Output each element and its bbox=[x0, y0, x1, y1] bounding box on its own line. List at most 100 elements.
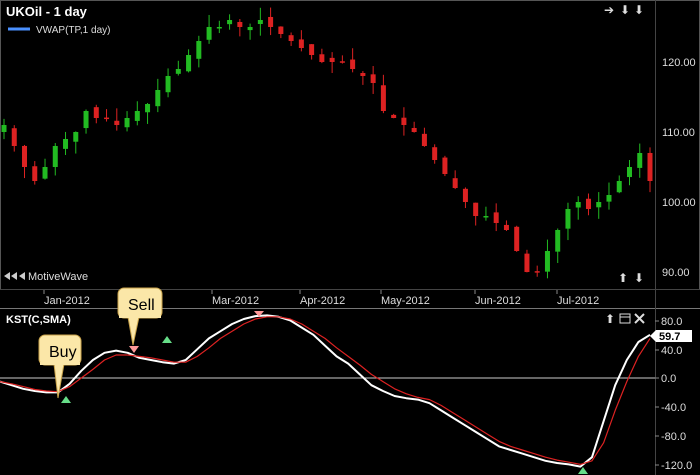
price-panel-border bbox=[0, 0, 700, 290]
candle-body bbox=[134, 111, 140, 121]
price-y-tick: 100.00 bbox=[662, 197, 696, 209]
candle-body bbox=[124, 118, 130, 128]
candle-body bbox=[114, 120, 120, 125]
kst-y-tick: 80.0 bbox=[661, 316, 682, 328]
candle-body bbox=[32, 166, 38, 181]
candle-body bbox=[309, 44, 315, 55]
candle-body bbox=[503, 224, 509, 230]
kst-panel-controls[interactable]: ⬆ bbox=[605, 312, 645, 326]
sell-signal-marker[interactable] bbox=[129, 346, 139, 353]
kst-panel-title: KST(C,SMA) bbox=[6, 314, 71, 326]
arrow-down-icon-3[interactable]: ⬇ bbox=[634, 271, 644, 285]
sell-callout[interactable]: Sell bbox=[117, 287, 163, 346]
candle-body bbox=[73, 132, 79, 142]
candle-body bbox=[473, 202, 479, 216]
price-y-tick: 90.00 bbox=[662, 267, 690, 279]
time-tick-label: Jun-2012 bbox=[475, 295, 521, 307]
candle-body bbox=[52, 146, 58, 168]
buy-signal-marker-3[interactable] bbox=[578, 467, 588, 474]
buy-callout-join bbox=[40, 362, 80, 365]
candle-body bbox=[247, 27, 253, 31]
candle-body bbox=[186, 55, 192, 72]
time-tick-label: Apr-2012 bbox=[300, 295, 345, 307]
brand-label: MotiveWave bbox=[28, 271, 88, 283]
candle-body bbox=[196, 41, 202, 59]
candle-body bbox=[616, 181, 622, 193]
arrow-down-icon-2[interactable]: ⬇ bbox=[634, 3, 644, 17]
candle-body bbox=[145, 104, 151, 113]
candle-body bbox=[421, 133, 427, 146]
candle-body bbox=[237, 21, 243, 27]
candle-body bbox=[1, 125, 7, 132]
time-tick-label: Jul-2012 bbox=[557, 295, 599, 307]
arrow-down-icon[interactable]: ⬇ bbox=[620, 3, 630, 17]
candle-body bbox=[401, 117, 407, 125]
candle-body bbox=[452, 178, 458, 188]
arrow-up-icon[interactable]: ⬆ bbox=[605, 312, 615, 326]
candle-body bbox=[575, 202, 581, 208]
candle-body bbox=[42, 167, 48, 179]
sell-callout-join bbox=[119, 315, 161, 318]
time-tick-label: Mar-2012 bbox=[212, 295, 259, 307]
buy-signal-marker-2[interactable] bbox=[162, 336, 172, 343]
candle-body bbox=[155, 90, 161, 107]
vwap-legend-label[interactable]: VWAP(TP,1 day) bbox=[36, 25, 110, 36]
candle-body bbox=[544, 251, 550, 272]
candle-body bbox=[626, 167, 632, 178]
panel-nav-arrows[interactable]: ➔ ⬇ ⬇ bbox=[604, 3, 644, 17]
candle-body bbox=[565, 209, 571, 229]
time-tick-label: May-2012 bbox=[381, 295, 430, 307]
buy-callout[interactable]: Buy bbox=[38, 334, 82, 399]
candle-body bbox=[585, 198, 591, 209]
candlestick-series bbox=[1, 7, 653, 279]
time-tick-label: Jan-2012 bbox=[44, 295, 90, 307]
kst-signal-line bbox=[0, 316, 651, 465]
candle-body bbox=[391, 114, 397, 118]
candle-body bbox=[22, 145, 28, 167]
candle-body bbox=[432, 147, 438, 160]
candle-body bbox=[637, 153, 643, 168]
brand-area: MotiveWave bbox=[4, 271, 88, 283]
motivewave-logo-icon bbox=[4, 272, 25, 280]
candle-body bbox=[165, 76, 171, 93]
candle-body bbox=[11, 128, 17, 146]
candle-body bbox=[483, 216, 489, 218]
current-value-label: 59.7 bbox=[659, 331, 680, 343]
buy-signal-marker[interactable] bbox=[61, 396, 71, 403]
candle-body bbox=[319, 54, 325, 62]
candle-body bbox=[555, 230, 561, 252]
candle-body bbox=[206, 27, 212, 40]
chart-window: UKOil - 1 day VWAP(TP,1 day) ➔ ⬇ ⬇ ⬆ ⬇ M… bbox=[0, 0, 700, 475]
candle-body bbox=[83, 111, 89, 129]
kst-y-tick: -120.0 bbox=[661, 460, 692, 472]
kst-y-tick: -40.0 bbox=[661, 402, 686, 414]
candle-body bbox=[514, 226, 520, 251]
candle-body bbox=[411, 127, 417, 132]
maximize-icon[interactable] bbox=[619, 313, 631, 324]
candle-body bbox=[339, 61, 345, 63]
price-y-tick: 110.00 bbox=[662, 127, 695, 139]
kst-y-tick: -80.0 bbox=[661, 431, 686, 443]
arrow-up-icon[interactable]: ⬆ bbox=[618, 271, 628, 285]
candle-body bbox=[370, 74, 376, 83]
price-y-axis: 120.00 110.00 100.00 90.00 bbox=[662, 57, 696, 279]
candle-body bbox=[462, 188, 468, 202]
candle-body bbox=[596, 202, 602, 208]
candle-body bbox=[647, 152, 653, 181]
candle-body bbox=[360, 72, 366, 76]
candle-body bbox=[278, 26, 284, 34]
buy-callout-label: Buy bbox=[49, 344, 77, 361]
candle-body bbox=[63, 139, 69, 149]
close-icon[interactable] bbox=[634, 313, 645, 324]
candle-body bbox=[606, 195, 612, 202]
candle-body bbox=[93, 107, 99, 118]
candle-body bbox=[442, 157, 448, 174]
candle-body bbox=[493, 212, 499, 223]
current-value-badge: 59.7 bbox=[650, 330, 692, 343]
arrow-right-icon[interactable]: ➔ bbox=[604, 3, 614, 17]
candle-body bbox=[329, 57, 335, 62]
candle-body bbox=[175, 69, 181, 74]
candle-body bbox=[227, 20, 233, 25]
candle-body bbox=[257, 20, 263, 24]
chart-canvas: UKOil - 1 day VWAP(TP,1 day) ➔ ⬇ ⬇ ⬆ ⬇ M… bbox=[0, 0, 700, 475]
